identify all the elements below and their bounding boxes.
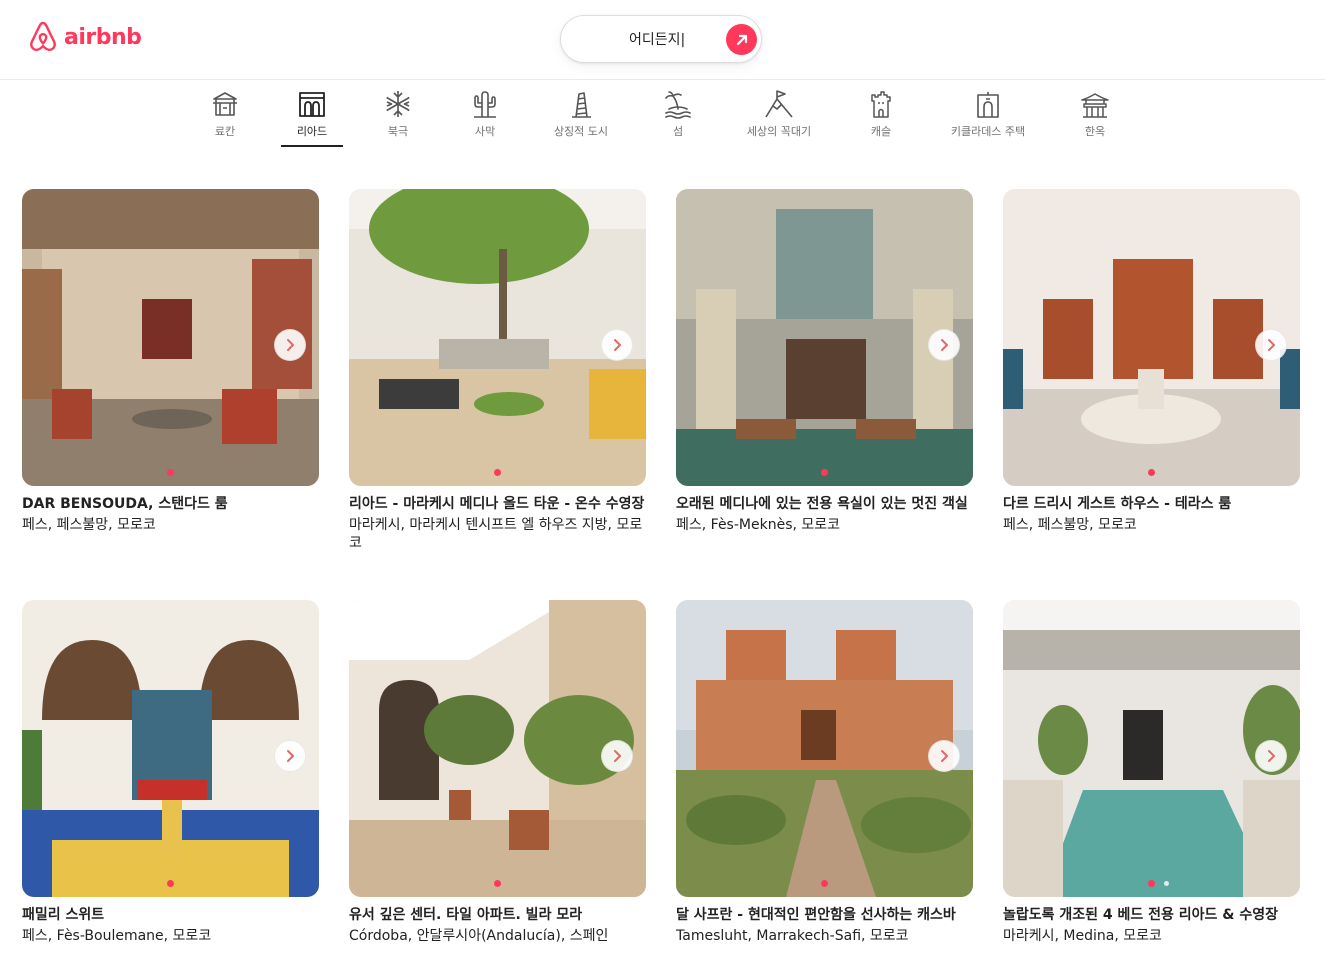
- listing-card[interactable]: 유서 깊은 센터. 타일 아파트. 빌라 모라 Córdoba, 안달루시아(A…: [349, 600, 646, 945]
- listing-card[interactable]: 오래된 메디나에 있는 전용 욕실이 있는 멋진 객실 페스, Fès-Mekn…: [676, 189, 973, 534]
- category-label: 키클라데스 주택: [950, 125, 1026, 138]
- listing-title: 달 사프란 - 현대적인 편안함을 선사하는 캐스바: [676, 907, 956, 923]
- cactus-icon: [474, 91, 496, 118]
- carousel-dot: [821, 880, 828, 887]
- carousel-dot: [821, 469, 828, 476]
- search-bar[interactable]: 어디든지|: [560, 15, 762, 63]
- chevron-right-icon: [614, 750, 621, 762]
- listing-card[interactable]: 다르 드리시 게스트 하우스 - 테라스 룸 페스, 페스불망, 모로코: [1003, 189, 1300, 534]
- arrow-up-right-icon: [736, 34, 747, 45]
- listing-title: 패밀리 스위트: [22, 907, 105, 923]
- chevron-right-icon: [1268, 750, 1275, 762]
- category-bar: 료칸 리아드 북극 사막 상징적 도시 섬 세상의 꼭대기 캐슬 키클라데스 주…: [0, 81, 1325, 151]
- category-label: 리아드: [296, 125, 328, 138]
- search-text[interactable]: 어디든지|: [629, 29, 685, 49]
- next-photo-button[interactable]: [601, 740, 633, 772]
- carousel-dot: [1148, 880, 1155, 887]
- next-photo-button[interactable]: [1255, 329, 1287, 361]
- listing-location: 페스, Fès-Meknès, 모로코: [676, 517, 841, 533]
- carousel-dot: [1164, 881, 1169, 886]
- ryokan-icon: [213, 92, 237, 116]
- listing-title: 오래된 메디나에 있는 전용 욕실이 있는 멋진 객실: [676, 496, 968, 512]
- category-castle[interactable]: 캐슬: [867, 89, 895, 147]
- category-hanok[interactable]: 한옥: [1080, 89, 1110, 147]
- listing-photo[interactable]: [349, 600, 646, 897]
- category-label: 세상의 꼭대기: [746, 125, 812, 138]
- category-arctic[interactable]: 북극: [383, 89, 413, 147]
- listing-photo[interactable]: [22, 189, 319, 486]
- chevron-right-icon: [941, 750, 948, 762]
- hanok-icon: [1081, 93, 1109, 118]
- listing-title: 놀랍도록 개조된 4 베드 전용 리아드 & 수영장: [1003, 907, 1279, 923]
- next-photo-button[interactable]: [928, 740, 960, 772]
- listing-photo[interactable]: [22, 600, 319, 897]
- category-label: 북극: [387, 125, 409, 138]
- category-label: 한옥: [1084, 125, 1106, 138]
- mountain-flag-icon: [765, 90, 793, 118]
- listing-photo[interactable]: [676, 600, 973, 897]
- category-label: 료칸: [214, 125, 236, 138]
- category-top-of-world[interactable]: 세상의 꼭대기: [745, 89, 813, 147]
- listing-card[interactable]: 놀랍도록 개조된 4 베드 전용 리아드 & 수영장 마라케시, Medina,…: [1003, 600, 1300, 945]
- castle-icon: [871, 91, 891, 118]
- chevron-right-icon: [287, 750, 294, 762]
- airbnb-logo[interactable]: airbnb: [27, 20, 142, 54]
- next-photo-button[interactable]: [274, 329, 306, 361]
- listing-card[interactable]: DAR BENSOUDA, 스탠다드 룸 페스, 페스불망, 모로코: [22, 189, 319, 534]
- category-label: 섬: [672, 125, 684, 138]
- next-photo-button[interactable]: [928, 329, 960, 361]
- listing-location: 페스, 페스불망, 모로코: [1003, 517, 1137, 533]
- riad-icon: [299, 92, 325, 117]
- carousel-dot: [167, 880, 174, 887]
- listing-title: DAR BENSOUDA, 스탠다드 룸: [22, 496, 228, 512]
- category-desert[interactable]: 사막: [469, 89, 501, 147]
- cycladic-house-icon: [977, 92, 999, 118]
- chevron-right-icon: [1268, 339, 1275, 351]
- carousel-dot: [494, 469, 501, 476]
- chevron-right-icon: [614, 339, 621, 351]
- carousel-dot: [167, 469, 174, 476]
- tower-icon: [572, 92, 591, 118]
- next-photo-button[interactable]: [601, 329, 633, 361]
- chevron-right-icon: [941, 339, 948, 351]
- snowflake-icon: [386, 91, 410, 117]
- listing-location: Córdoba, 안달루시아(Andalucía), 스페인: [349, 928, 609, 944]
- listing-card[interactable]: 달 사프란 - 현대적인 편안함을 선사하는 캐스바 Tamesluht, Ma…: [676, 600, 973, 945]
- listing-card[interactable]: 패밀리 스위트 페스, Fès-Boulemane, 모로코: [22, 600, 319, 945]
- category-island[interactable]: 섬: [663, 89, 693, 147]
- category-ryokan[interactable]: 료칸: [206, 89, 244, 147]
- category-iconic-cities[interactable]: 상징적 도시: [552, 89, 610, 147]
- logo-text: airbnb: [64, 24, 142, 50]
- listing-location: 마라케시, Medina, 모로코: [1003, 928, 1162, 944]
- airbnb-logo-icon: [30, 21, 56, 52]
- listing-card[interactable]: 리아드 - 마라케시 메디나 올드 타운 - 온수 수영장 마라케시, 마라케시…: [349, 189, 646, 552]
- listing-location: Tamesluht, Marrakech-Safi, 모로코: [676, 928, 909, 944]
- listing-photo[interactable]: [1003, 600, 1300, 897]
- listing-title: 다르 드리시 게스트 하우스 - 테라스 룸: [1003, 496, 1232, 512]
- carousel-dot: [494, 880, 501, 887]
- category-label: 캐슬: [870, 125, 892, 138]
- chevron-right-icon: [287, 339, 294, 351]
- listing-location: 마라케시, 마라케시 텐시프트 엘 하우즈 지방, 모로코: [349, 517, 643, 551]
- listing-location: 페스, 페스불망, 모로코: [22, 517, 156, 533]
- listing-title: 리아드 - 마라케시 메디나 올드 타운 - 온수 수영장: [349, 496, 645, 512]
- listing-photo[interactable]: [1003, 189, 1300, 486]
- island-icon: [665, 91, 691, 119]
- listing-location: 페스, Fès-Boulemane, 모로코: [22, 928, 212, 944]
- top-header: airbnb 어디든지|: [0, 0, 1325, 80]
- category-cycladic[interactable]: 키클라데스 주택: [948, 89, 1028, 147]
- next-photo-button[interactable]: [1255, 740, 1287, 772]
- listing-photo[interactable]: [349, 189, 646, 486]
- category-label: 상징적 도시: [553, 125, 609, 138]
- carousel-dot: [1148, 469, 1155, 476]
- category-riad[interactable]: 리아드: [281, 89, 343, 147]
- category-label: 사막: [474, 125, 496, 138]
- search-button[interactable]: [726, 24, 757, 55]
- next-photo-button[interactable]: [274, 740, 306, 772]
- listing-photo[interactable]: [676, 189, 973, 486]
- listing-title: 유서 깊은 센터. 타일 아파트. 빌라 모라: [349, 907, 583, 923]
